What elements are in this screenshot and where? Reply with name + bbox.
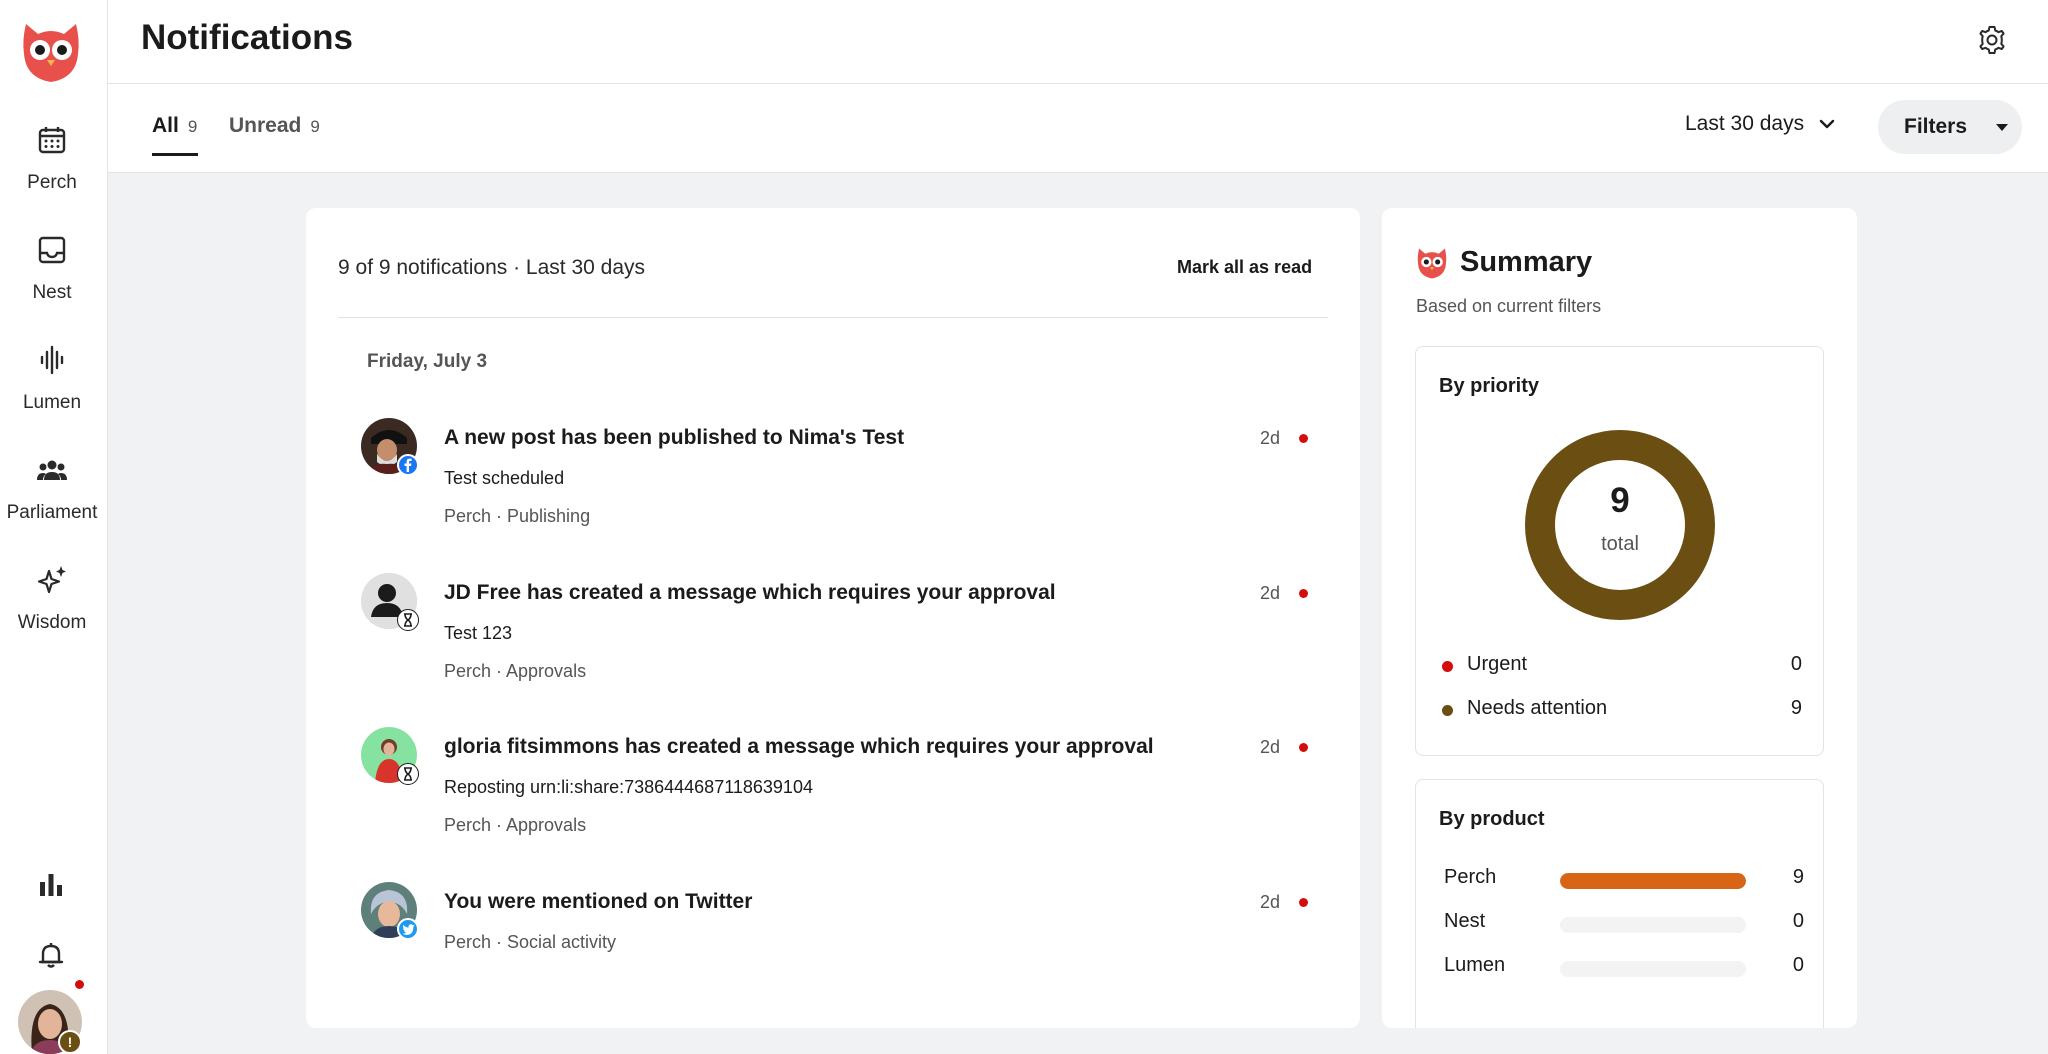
product-value: 0 <box>1792 954 1804 976</box>
tab-count: 9 <box>310 117 320 136</box>
unread-dot <box>1299 743 1308 752</box>
legend-dot <box>1442 661 1453 672</box>
tab-all[interactable]: All 9 <box>152 114 197 138</box>
date-range-label: Last 30 days <box>1685 112 1805 135</box>
priority-box: By priority 9 total Urgent 0 Needs atten… <box>1415 346 1824 756</box>
notification-title: JD Free has created a message which requ… <box>444 581 1056 604</box>
owl-logo-icon <box>1417 248 1447 279</box>
notification-body: Reposting urn:li:share:73864446871186391… <box>444 777 813 797</box>
unread-dot <box>1299 589 1308 598</box>
notifications-count: 9 of 9 notifications · Last 30 days <box>338 256 646 279</box>
nav-label: Parliament <box>6 502 98 523</box>
legend-label: Urgent <box>1467 653 1528 675</box>
product-label: Lumen <box>1444 954 1506 976</box>
notification-time: 2d <box>1260 428 1281 448</box>
nav-item-parliament[interactable]: Parliament <box>0 454 104 524</box>
tab-bar: All 9 Unread 9 Last 30 days Filters <box>108 84 2048 173</box>
date-range-select[interactable]: Last 30 days <box>1685 112 1836 136</box>
tab-count: 9 <box>187 117 198 136</box>
sparkles-icon <box>37 566 66 594</box>
product-box: By product Perch 9 Nest 0 Lumen 0 <box>1415 779 1824 1028</box>
notification-time: 2d <box>1260 737 1281 757</box>
tab-unread[interactable]: Unread 9 <box>229 114 320 138</box>
priority-donut: 9 total <box>1524 429 1716 621</box>
group-icon <box>37 460 67 480</box>
bell-icon[interactable] <box>36 940 66 970</box>
summary-title: Summary <box>1460 246 1593 278</box>
analytics-icon[interactable] <box>36 870 66 900</box>
notification-meta: Perch · Social activity <box>444 932 617 952</box>
donut-total: 9 <box>1610 481 1630 520</box>
page-header: Notifications <box>108 0 2048 84</box>
notification-item[interactable]: You were mentioned on Twitter Perch · So… <box>361 882 1321 962</box>
notification-dot <box>75 980 84 989</box>
waveform-icon <box>40 345 64 375</box>
notification-title: gloria fitsimmons has created a message … <box>444 735 1154 758</box>
twitter-icon <box>397 918 419 940</box>
date-heading: Friday, July 3 <box>367 351 488 372</box>
gear-icon[interactable] <box>1976 24 2008 56</box>
legend-value: 9 <box>1790 697 1802 719</box>
notification-item[interactable]: gloria fitsimmons has created a message … <box>361 727 1321 837</box>
nav-item-lumen[interactable]: Lumen <box>0 344 104 414</box>
product-bar-track <box>1560 961 1746 977</box>
user-status-badge: ! <box>58 1030 82 1054</box>
unread-dot <box>1299 898 1308 907</box>
notifications-panel: 9 of 9 notifications · Last 30 days Mark… <box>306 208 1360 1028</box>
chevron-down-icon <box>1819 119 1835 129</box>
nav-item-wisdom[interactable]: Wisdom <box>0 564 104 634</box>
notification-item[interactable]: JD Free has created a message which requ… <box>361 573 1321 683</box>
sidebar: Perch Nest Lumen Parliament Wisdom ! <box>0 0 108 1054</box>
page-title: Notifications <box>141 18 353 57</box>
summary-panel: Summary Based on current filters By prio… <box>1382 208 1857 1028</box>
notification-meta: Perch · Approvals <box>444 815 587 835</box>
nav-label: Lumen <box>22 392 82 413</box>
product-value: 0 <box>1792 910 1804 932</box>
nav-item-perch[interactable]: Perch <box>0 124 104 194</box>
hourglass-icon <box>397 763 419 785</box>
product-value: 9 <box>1792 866 1804 888</box>
unread-dot <box>1299 434 1308 443</box>
notification-meta: Perch · Publishing <box>444 506 591 526</box>
mark-all-read-button[interactable]: Mark all as read <box>1177 257 1312 278</box>
legend-label: Needs attention <box>1467 697 1608 719</box>
caret-down-icon <box>1996 124 2009 131</box>
notification-title: You were mentioned on Twitter <box>444 890 753 913</box>
nav-item-nest[interactable]: Nest <box>0 234 104 304</box>
donut-total-label: total <box>1601 533 1639 555</box>
filters-label: Filters <box>1904 115 1968 138</box>
hourglass-icon <box>397 609 419 631</box>
notification-title: A new post has been published to Nima's … <box>444 426 905 449</box>
notification-time: 2d <box>1260 892 1281 912</box>
nav-label: Wisdom <box>17 612 87 633</box>
tab-label: All <box>152 114 179 137</box>
donut-ring <box>1525 430 1715 620</box>
divider <box>338 317 1328 318</box>
nav-label: Perch <box>27 172 77 193</box>
filters-button[interactable]: Filters <box>1878 100 2022 154</box>
notification-body: Test scheduled <box>444 468 565 488</box>
owl-logo-icon[interactable] <box>18 20 84 84</box>
product-title: By product <box>1439 808 1545 830</box>
notification-time: 2d <box>1260 583 1281 603</box>
legend-value: 0 <box>1790 653 1802 675</box>
calendar-icon <box>38 127 66 154</box>
product-bar-fill <box>1560 873 1746 889</box>
product-label: Perch <box>1444 866 1497 888</box>
inbox-icon <box>38 236 66 264</box>
product-bar-track <box>1560 917 1746 933</box>
product-label: Nest <box>1444 910 1486 932</box>
legend-dot <box>1442 705 1453 716</box>
active-tab-indicator <box>152 153 198 156</box>
nav-label: Nest <box>32 282 72 303</box>
priority-title: By priority <box>1439 375 1540 397</box>
product-bar-track <box>1560 873 1746 889</box>
tab-label: Unread <box>229 114 302 137</box>
notification-item[interactable]: A new post has been published to Nima's … <box>361 418 1321 528</box>
notification-meta: Perch · Approvals <box>444 661 587 681</box>
summary-subtitle: Based on current filters <box>1416 296 1602 316</box>
facebook-icon <box>397 454 419 476</box>
notification-body: Test 123 <box>444 623 513 643</box>
